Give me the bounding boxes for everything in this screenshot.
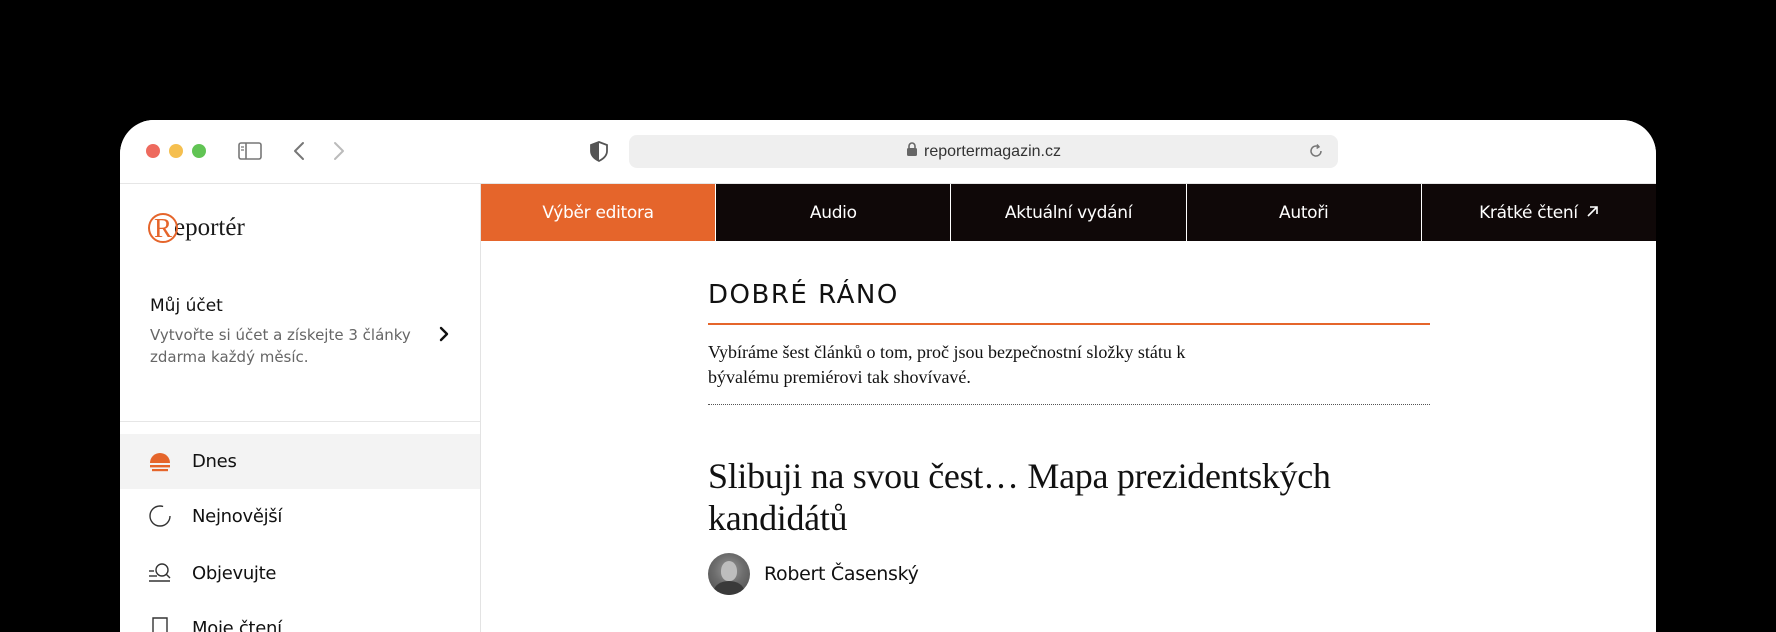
sidebar-item-dnes[interactable]: Dnes <box>120 434 480 489</box>
discover-search-icon <box>148 561 172 585</box>
author-name: Robert Časenský <box>764 563 919 585</box>
chevron-right-icon[interactable] <box>438 326 450 347</box>
bookmark-icon <box>148 616 172 632</box>
account-title: Můj účet <box>150 296 223 316</box>
logo-mark: R <box>148 213 178 243</box>
account-subtitle: Vytvořte si účet a získejte 3 články zda… <box>150 326 411 366</box>
reporter-logo[interactable]: Reportér <box>148 208 245 248</box>
sidebar-divider <box>120 421 480 422</box>
article-author[interactable]: Robert Časenský <box>708 553 1430 595</box>
clock-circle-icon <box>148 504 172 528</box>
avatar <box>708 553 750 595</box>
tab-label: Krátké čtení <box>1479 202 1578 223</box>
url-text: reportermagazin.cz <box>924 142 1061 160</box>
dotted-divider <box>708 404 1430 405</box>
sidebar-item-moje-cteni[interactable]: Moje čtení <box>120 601 480 632</box>
tab-autori[interactable]: Autoři <box>1185 184 1421 241</box>
sidebar-item-nejnovejsi[interactable]: Nejnovější <box>120 489 480 544</box>
section-lead: Vybíráme šest článků o tom, proč jsou be… <box>708 342 1186 387</box>
browser-window: reportermagazin.cz Reportér Můj účet Vyt… <box>120 120 1656 632</box>
sidebar-toggle-icon[interactable] <box>238 140 262 162</box>
tab-label: Autoři <box>1279 202 1329 223</box>
zoom-window-button[interactable] <box>192 144 206 158</box>
sidebar-item-label: Dnes <box>192 451 237 472</box>
logo-text: eportér <box>174 214 245 241</box>
tab-label: Výběr editora <box>542 202 654 223</box>
close-window-button[interactable] <box>146 144 160 158</box>
address-bar[interactable]: reportermagazin.cz <box>629 135 1338 168</box>
forward-arrow-icon[interactable] <box>326 140 350 162</box>
tab-label: Audio <box>809 202 857 223</box>
back-arrow-icon[interactable] <box>288 140 312 162</box>
tab-label: Aktuální vydání <box>1004 202 1133 223</box>
reload-icon[interactable] <box>1308 143 1324 164</box>
tab-audio[interactable]: Audio <box>715 184 950 241</box>
minimize-window-button[interactable] <box>169 144 183 158</box>
sidebar-item-objevujte[interactable]: Objevujte <box>120 546 480 601</box>
article-headline[interactable]: Slibuji na svou čest… Mapa prezidentskýc… <box>708 455 1408 539</box>
lock-icon <box>906 142 918 161</box>
tab-kratke-cteni[interactable]: Krátké čtení <box>1420 184 1656 241</box>
sidebar-item-label: Nejnovější <box>192 506 283 527</box>
tab-vyber-editora[interactable]: Výběr editora <box>481 184 716 241</box>
main-content: DOBRÉ RÁNO Vybíráme šest článků o tom, p… <box>708 280 1430 595</box>
top-navigation: Výběr editora Audio Aktuální vydání Auto… <box>481 184 1656 241</box>
sidebar-item-label: Moje čtení <box>192 618 282 632</box>
privacy-shield-icon[interactable] <box>587 140 611 163</box>
account-panel[interactable]: Můj účet Vytvořte si účet a získejte 3 č… <box>150 296 450 368</box>
external-link-arrow-icon <box>1586 203 1599 223</box>
tab-aktualni-vydani[interactable]: Aktuální vydání <box>950 184 1185 241</box>
sidebar-item-label: Objevujte <box>192 563 277 584</box>
section-title: DOBRÉ RÁNO <box>708 280 1430 325</box>
sun-icon <box>148 449 172 473</box>
title-bar: reportermagazin.cz <box>120 120 1656 184</box>
sidebar: Reportér Můj účet Vytvořte si účet a zís… <box>120 184 481 632</box>
